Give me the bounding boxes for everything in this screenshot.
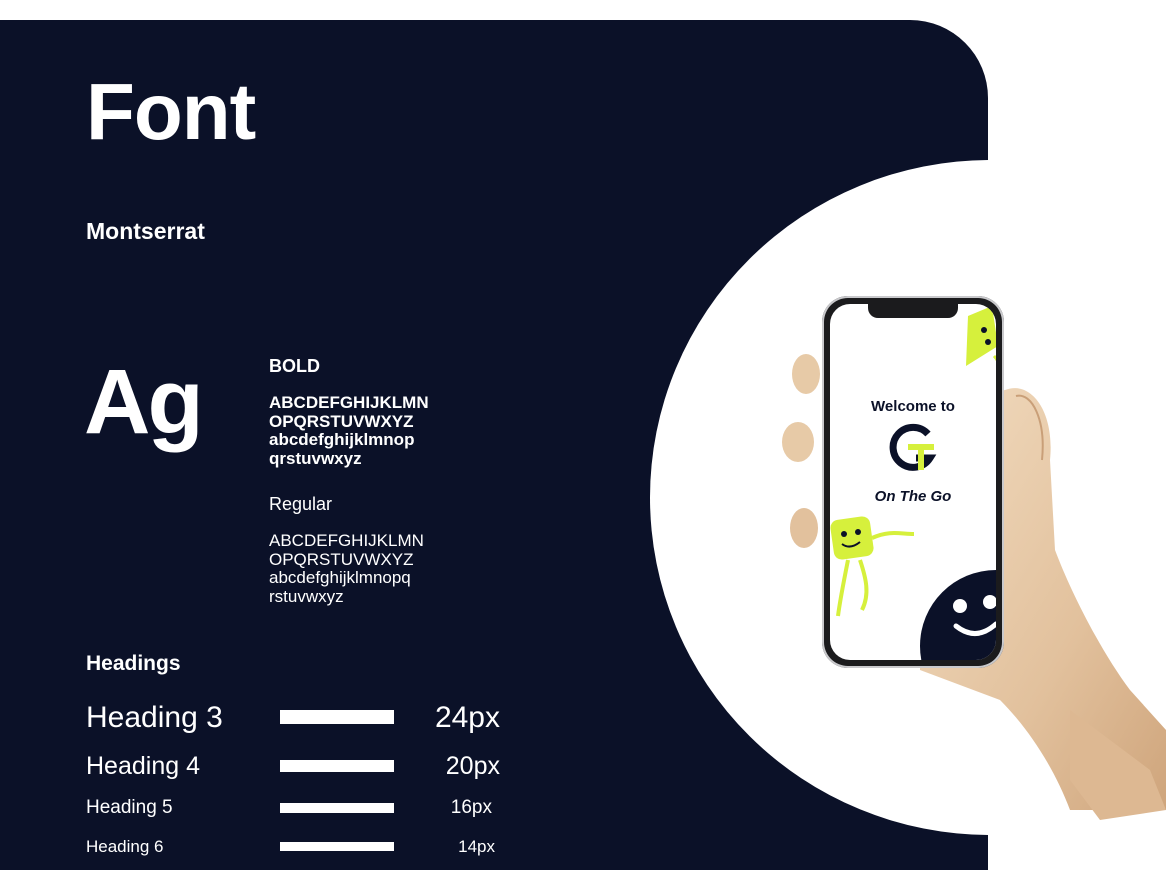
- glyph-line: OPQRSTUVWXYZ: [269, 549, 414, 569]
- phone-notch: [868, 304, 958, 318]
- app-name-text: On The Go: [874, 488, 952, 505]
- regular-glyph-set: ABCDEFGHIJKLMN OPQRSTUVWXYZ abcdefghijklmn…: [269, 531, 424, 606]
- heading-3-size: 24px: [434, 701, 500, 734]
- bold-weight-label: BOLD: [269, 356, 320, 376]
- phone-screen: Welcome to On The Go: [830, 304, 996, 660]
- heading-4-row: Heading 4 20px: [86, 748, 516, 788]
- headings-section-title: Headings: [86, 652, 181, 675]
- heading-5-row: Heading 5 16px: [86, 792, 516, 832]
- glyph-line: qrstuvwxyz: [269, 448, 362, 468]
- heading-3-bar: [280, 710, 394, 724]
- page-title: Font: [86, 67, 256, 156]
- heading-3-label: Heading 3: [86, 701, 223, 734]
- font-family-name: Montserrat: [86, 218, 205, 244]
- yellow-character-icon: [966, 306, 996, 366]
- heading-3-row: Heading 3 24px: [86, 698, 516, 738]
- heading-5-label: Heading 5: [86, 797, 173, 818]
- type-specimen: Ag: [84, 351, 204, 453]
- heading-6-size: 14px: [458, 837, 495, 856]
- welcome-text: Welcome to: [871, 398, 955, 415]
- yellow-square-character-icon: [830, 516, 915, 617]
- heading-4-label: Heading 4: [86, 752, 200, 780]
- regular-weight-label: Regular: [269, 494, 333, 514]
- heading-5-bar: [280, 803, 394, 813]
- glyph-line: OPQRSTUVWXYZ: [269, 411, 414, 431]
- heading-4-size: 20px: [445, 752, 500, 780]
- heading-6-label: Heading 6: [86, 837, 164, 856]
- glyph-line: rstuvwxyz: [269, 586, 344, 606]
- glyph-line: abcdefghijklmnop: [269, 430, 415, 449]
- navy-smiley-character-icon: [920, 570, 996, 660]
- glyph-line: abcdefghijklmnopq: [269, 568, 411, 587]
- heading-4-bar: [280, 760, 394, 772]
- glyph-line: ABCDEFGHIJKLMN: [269, 531, 424, 550]
- heading-5-size: 16px: [450, 797, 492, 818]
- glyph-line: ABCDEFGHIJKLMN: [269, 393, 429, 412]
- heading-6-bar: [280, 842, 394, 851]
- bold-glyph-set: ABCDEFGHIJKLMN OPQRSTUVWXYZ abcdefghijklmn…: [269, 393, 429, 468]
- heading-6-row: Heading 6 14px: [86, 832, 516, 872]
- app-logo-icon: [889, 423, 937, 471]
- phone-mockup: Welcome to On The Go: [822, 296, 1004, 668]
